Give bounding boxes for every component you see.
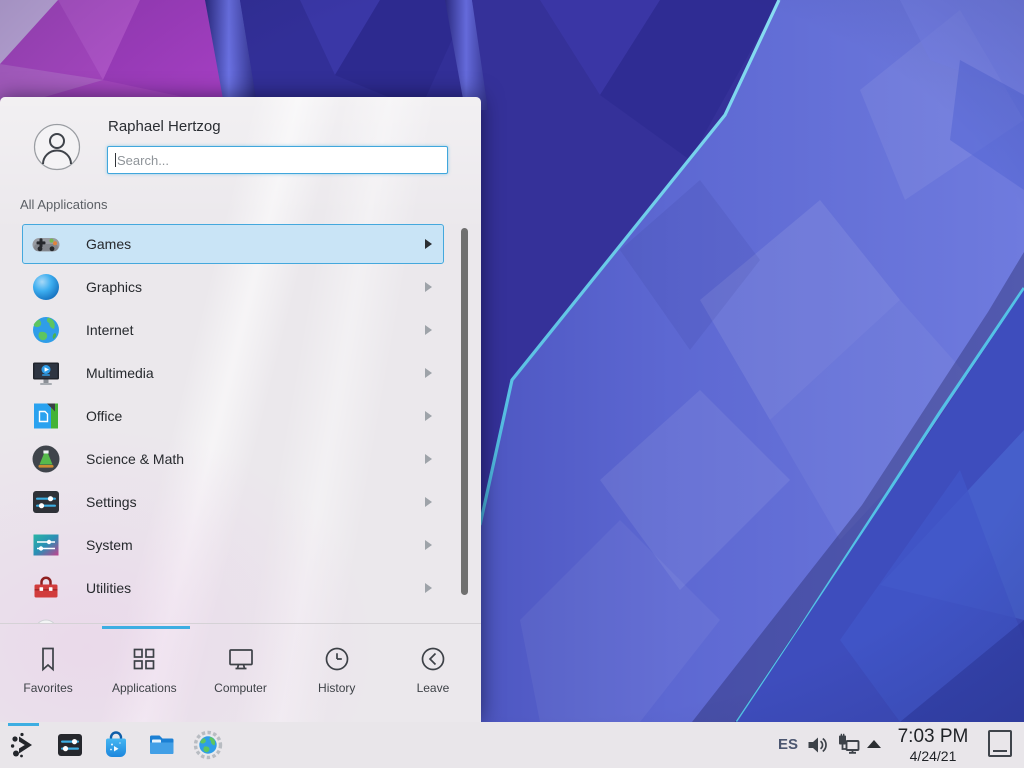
globe-gear-icon: [192, 729, 224, 761]
app-grid-icon: [129, 644, 159, 674]
tab-applications[interactable]: Applications: [96, 624, 192, 722]
tab-label: Applications: [112, 681, 177, 695]
tab-history[interactable]: History: [289, 624, 385, 722]
category-graphics[interactable]: Graphics: [22, 267, 444, 307]
sliders-icon: [30, 486, 62, 518]
user-name: Raphael Hertzog: [108, 118, 221, 135]
category-system[interactable]: System: [22, 525, 444, 565]
volume-icon: [806, 734, 828, 756]
tab-leave[interactable]: Leave: [385, 624, 481, 722]
history-clock-icon: [322, 644, 352, 674]
category-utilities[interactable]: Utilities: [22, 568, 444, 608]
application-launcher-button[interactable]: [8, 729, 40, 761]
application-launcher-menu: Raphael Hertzog All Applications Games G…: [0, 97, 481, 722]
file-manager-button[interactable]: [146, 729, 178, 761]
clock-date: 4/24/21: [889, 749, 977, 764]
toolbox-icon: [30, 572, 62, 604]
category-multimedia[interactable]: Multimedia: [22, 353, 444, 393]
user-avatar[interactable]: [33, 123, 81, 171]
menu-tab-bar: Favorites Applications Computer History …: [0, 623, 481, 722]
tab-computer[interactable]: Computer: [192, 624, 288, 722]
clock-widget[interactable]: 7:03 PM 4/24/21: [889, 725, 977, 764]
desktop-screen: Raphael Hertzog All Applications Games G…: [0, 0, 1024, 768]
tab-favorites[interactable]: Favorites: [0, 624, 96, 722]
sphere-icon: [30, 271, 62, 303]
search-input[interactable]: [107, 146, 448, 174]
category-help[interactable]: Help: [22, 611, 444, 623]
submenu-arrow-icon: [425, 540, 432, 550]
monitor-play-icon: [30, 357, 62, 389]
tab-label: History: [318, 681, 355, 695]
caret-up-icon: [866, 739, 882, 749]
network-icon: [836, 733, 860, 757]
folder-icon: [146, 729, 178, 761]
category-label: Science & Math: [86, 451, 184, 467]
keyboard-layout-indicator[interactable]: ES: [778, 736, 798, 753]
globe-icon: [30, 314, 62, 346]
system-sliders-icon: [30, 529, 62, 561]
discover-button[interactable]: [100, 729, 132, 761]
category-label: Settings: [86, 494, 137, 510]
computer-icon: [226, 644, 256, 674]
submenu-arrow-icon: [425, 282, 432, 292]
category-list: Games Graphics Internet: [22, 224, 444, 623]
network-tray-button[interactable]: [836, 733, 860, 757]
category-games[interactable]: Games: [22, 224, 444, 264]
bookmark-icon: [33, 644, 63, 674]
section-label: All Applications: [20, 197, 107, 212]
category-label: Internet: [86, 322, 133, 338]
submenu-arrow-icon: [425, 497, 432, 507]
show-desktop-button[interactable]: [988, 730, 1012, 757]
submenu-arrow-icon: [425, 368, 432, 378]
category-label: Office: [86, 408, 122, 424]
system-settings-icon: [54, 729, 86, 761]
clock-time: 7:03 PM: [889, 725, 977, 749]
submenu-arrow-icon: [425, 454, 432, 464]
tab-label: Favorites: [23, 681, 72, 695]
search-box: [107, 146, 448, 174]
discover-bag-icon: [100, 729, 132, 761]
category-label: System: [86, 537, 133, 553]
category-internet[interactable]: Internet: [22, 310, 444, 350]
web-browser-button[interactable]: [192, 729, 224, 761]
text-caret: [115, 153, 116, 167]
kde-launcher-icon: [8, 729, 40, 761]
show-desktop-icon: [993, 750, 1007, 752]
submenu-arrow-icon: [425, 239, 432, 249]
gamepad-icon: [30, 228, 62, 260]
tray-expander-button[interactable]: [866, 739, 882, 749]
launcher-active-indicator: [8, 723, 39, 726]
documents-icon: [30, 400, 62, 432]
submenu-arrow-icon: [425, 411, 432, 421]
category-office[interactable]: Office: [22, 396, 444, 436]
tab-label: Leave: [417, 681, 450, 695]
lifebuoy-icon: [30, 615, 62, 623]
category-label: Graphics: [86, 279, 142, 295]
leave-icon: [418, 644, 448, 674]
taskbar-panel: ES 7:03 PM 4/24/21: [0, 722, 1024, 768]
submenu-arrow-icon: [425, 325, 432, 335]
volume-tray-button[interactable]: [806, 734, 828, 756]
category-label: Utilities: [86, 580, 131, 596]
tab-label: Computer: [214, 681, 267, 695]
submenu-arrow-icon: [425, 583, 432, 593]
category-science-math[interactable]: Science & Math: [22, 439, 444, 479]
flask-icon: [30, 443, 62, 475]
user-avatar-icon: [33, 123, 81, 171]
category-label: Games: [86, 236, 131, 252]
list-scrollbar-thumb[interactable]: [461, 228, 468, 595]
category-settings[interactable]: Settings: [22, 482, 444, 522]
category-label: Multimedia: [86, 365, 154, 381]
system-settings-button[interactable]: [54, 729, 86, 761]
